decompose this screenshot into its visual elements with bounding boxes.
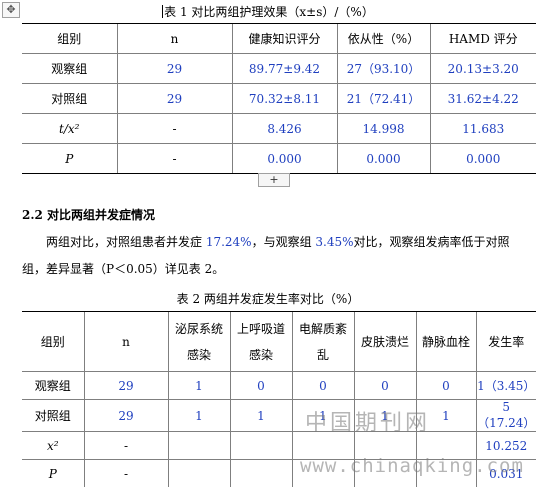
table-cell: -: [84, 460, 168, 487]
table-cell: [168, 460, 230, 487]
table-cell: [168, 432, 230, 460]
section-heading: 2.2 对比两组并发症情况: [22, 206, 155, 223]
watermark-cn: 中国期刊网: [305, 405, 430, 437]
table2-header-cell: 泌尿系统感染: [168, 312, 230, 372]
table-cell: 89.77±9.42: [232, 54, 337, 84]
table-cell: 1: [168, 372, 230, 400]
table1-header-row: 组别 n 健康知识评分 依从性（%） HAMD 评分: [22, 24, 536, 54]
table-cell: 31.62±4.22: [430, 84, 536, 114]
table-row: P - 0.000 0.000 0.000: [22, 144, 536, 174]
table-cell: 0: [292, 372, 354, 400]
highlight-value: 3.45%: [315, 235, 353, 249]
table-cell: 0.000: [232, 144, 337, 174]
paragraph-line: 两组对比，对照组患者并发症 17.24%，与观察组 3.45%对比，观察组发病率…: [22, 229, 534, 256]
table2-header-cell: 发生率: [476, 312, 536, 372]
table-cell: 1: [168, 400, 230, 432]
table-cell: 29: [84, 372, 168, 400]
table-cell: P: [22, 460, 84, 487]
table-cell: 5（17.24）: [476, 400, 536, 432]
table-cell: 20.13±3.20: [430, 54, 536, 84]
add-row-button[interactable]: +: [258, 173, 290, 187]
table2-header-cell: 电解质紊乱: [292, 312, 354, 372]
table2-header-cell: n: [84, 312, 168, 372]
text-cursor: [162, 5, 163, 18]
table-cell: 14.998: [337, 114, 430, 144]
table-row: 对照组 29 1 1 1 1 1 5（17.24）: [22, 400, 536, 432]
table-cell: P: [22, 144, 117, 174]
table1-header-cell: 健康知识评分: [232, 24, 337, 54]
table-cell: [230, 432, 292, 460]
table-cell: x²: [22, 432, 84, 460]
table-cell: 0: [230, 372, 292, 400]
table-cell: -: [117, 114, 232, 144]
table-cell: 对照组: [22, 84, 117, 114]
table-row: t/x² - 8.426 14.998 11.683: [22, 114, 536, 144]
table1-title-text: 表 1 对比两组护理效果（x±s）/（%）: [164, 5, 374, 19]
table-cell: -: [84, 432, 168, 460]
table-cell: 0.000: [337, 144, 430, 174]
table-cell: [230, 460, 292, 487]
table1-header-cell: n: [117, 24, 232, 54]
table-row: 对照组 29 70.32±8.11 21（72.41） 31.62±4.22: [22, 84, 536, 114]
table-cell: 29: [117, 54, 232, 84]
table1-header-cell: HAMD 评分: [430, 24, 536, 54]
table-cell: -: [117, 144, 232, 174]
table-cell: 对照组: [22, 400, 84, 432]
table-cell: 11.683: [430, 114, 536, 144]
table1: 组别 n 健康知识评分 依从性（%） HAMD 评分 观察组 29 89.77±…: [22, 23, 536, 174]
table2-header-cell: 静脉血栓: [416, 312, 476, 372]
table-cell: 27（93.10）: [337, 54, 430, 84]
table-cell: 70.32±8.11: [232, 84, 337, 114]
table-cell: 21（72.41）: [337, 84, 430, 114]
paragraph-line: 组，差异显著（P＜0.05）详见表 2。: [22, 256, 534, 283]
table1-header-cell: 依从性（%）: [337, 24, 430, 54]
table-cell: 29: [117, 84, 232, 114]
table2-title: 表 2 两组并发症发生率对比（%）: [0, 290, 536, 307]
table-cell: 0: [354, 372, 416, 400]
table-cell: 观察组: [22, 54, 117, 84]
table-cell: 1（3.45）: [476, 372, 536, 400]
table-row: 观察组 29 89.77±9.42 27（93.10） 20.13±3.20: [22, 54, 536, 84]
watermark-url: www.chinaqking.com: [300, 455, 524, 477]
table-cell: 0.000: [430, 144, 536, 174]
table1-header-cell: 组别: [22, 24, 117, 54]
highlight-value: 17.24%: [206, 235, 252, 249]
table-cell: t/x²: [22, 114, 117, 144]
table-cell: 29: [84, 400, 168, 432]
table-row: 观察组 29 1 0 0 0 0 1（3.45）: [22, 372, 536, 400]
table-cell: 0: [416, 372, 476, 400]
table-cell: 观察组: [22, 372, 84, 400]
table2-header-cell: 上呼吸道感染: [230, 312, 292, 372]
table2-header-cell: 组别: [22, 312, 84, 372]
table-cell: 8.426: [232, 114, 337, 144]
table2-header-cell: 皮肤溃烂: [354, 312, 416, 372]
table1-title: 表 1 对比两组护理效果（x±s）/（%）: [0, 3, 536, 20]
table-cell: 1: [230, 400, 292, 432]
table2-header-row: 组别 n 泌尿系统感染 上呼吸道感染 电解质紊乱 皮肤溃烂 静脉血栓 发生率: [22, 312, 536, 372]
